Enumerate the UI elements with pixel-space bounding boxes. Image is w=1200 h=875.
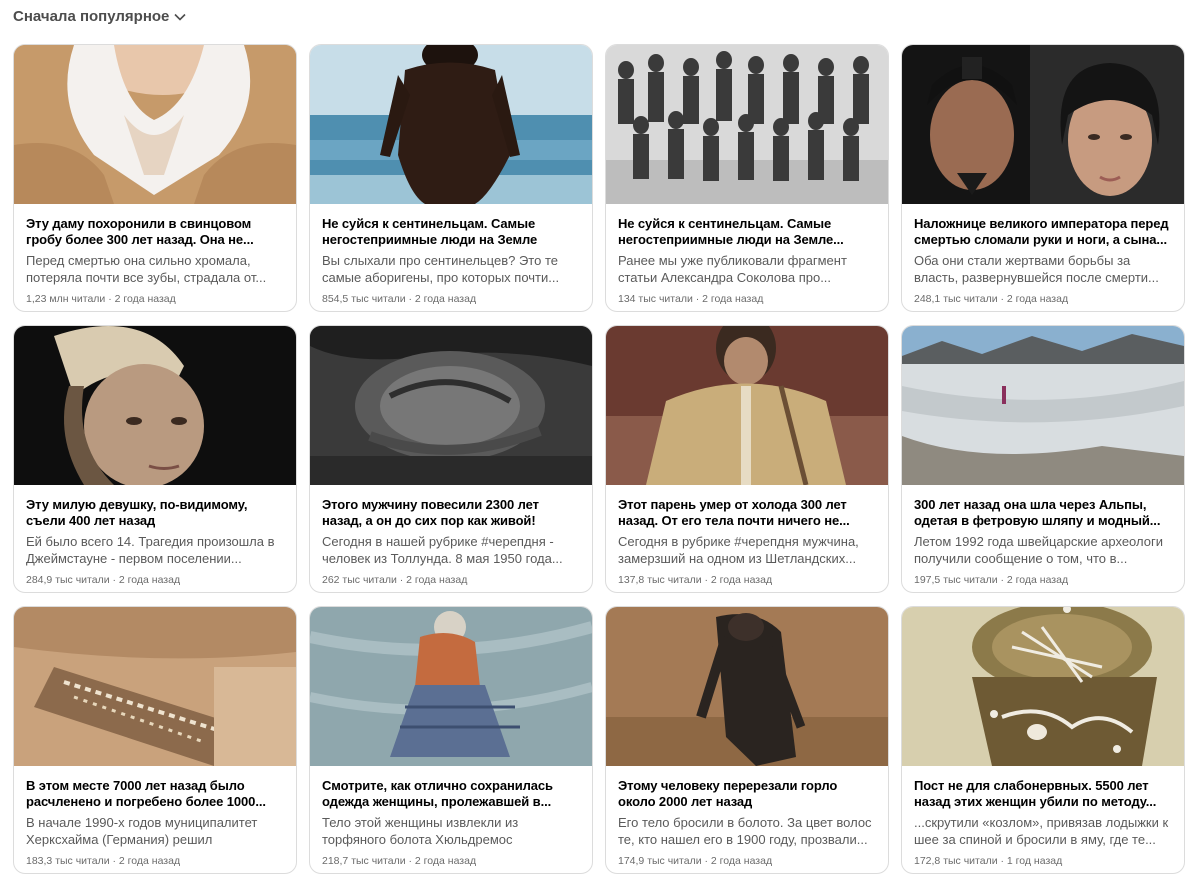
article-thumbnail bbox=[902, 326, 1184, 485]
article-meta: 172,8 тыс читали · 1 год назад bbox=[914, 855, 1063, 867]
article-title[interactable]: Не суйся к сентинельцам. Самые негостепр… bbox=[322, 216, 580, 248]
article-views: 854,5 тыс читали bbox=[322, 293, 406, 305]
article-title[interactable]: Этого мужчину повесили 2300 лет назад, а… bbox=[322, 497, 580, 529]
article-meta: 248,1 тыс читали · 2 года назад bbox=[914, 293, 1069, 305]
sort-label: Сначала популярное bbox=[13, 8, 170, 25]
article-age: 2 года назад bbox=[414, 855, 477, 867]
article-title[interactable]: Пост не для слабонервных. 5500 лет назад… bbox=[914, 778, 1172, 810]
sort-dropdown[interactable]: Сначала популярное bbox=[13, 8, 186, 25]
article-thumbnail bbox=[606, 45, 888, 204]
article-thumbnail bbox=[606, 326, 888, 485]
article-thumbnail bbox=[310, 326, 592, 485]
article-thumbnail bbox=[14, 45, 296, 204]
article-meta: 1,23 млн читали · 2 года назад bbox=[26, 293, 176, 305]
article-card[interactable]: Не суйся к сентинельцам. Самые негостепр… bbox=[605, 44, 889, 312]
article-views: 174,9 тыс читали bbox=[618, 855, 702, 867]
article-snippet: Вы слыхали про сентинельцев? Это те самы… bbox=[322, 253, 560, 285]
article-thumbnail bbox=[310, 607, 592, 766]
articles-grid: Эту даму похоронили в свинцовом гробу бо… bbox=[13, 44, 1186, 874]
article-title[interactable]: Этот парень умер от холода 300 лет назад… bbox=[618, 497, 876, 529]
article-age: 2 года назад bbox=[702, 293, 764, 305]
article-meta: 183,3 тыс читали · 2 года назад bbox=[26, 855, 181, 867]
chevron-down-icon bbox=[174, 13, 186, 21]
article-views: 183,3 тыс читали bbox=[26, 855, 110, 867]
article-snippet: Перед смертью она сильно хромала, потеря… bbox=[26, 253, 267, 285]
article-meta: 134 тыс читали · 2 года назад bbox=[618, 293, 764, 305]
article-card[interactable]: Этому человеку перерезали горло около 20… bbox=[605, 606, 889, 874]
article-card[interactable]: 300 лет назад она шла через Альпы, одета… bbox=[901, 325, 1185, 593]
article-meta: 218,7 тыс читали · 2 года назад bbox=[322, 855, 477, 867]
article-age: 2 года назад bbox=[118, 574, 181, 586]
article-age: 2 года назад bbox=[710, 855, 773, 867]
article-age: 1 год назад bbox=[1006, 855, 1063, 867]
article-age: 2 года назад bbox=[1006, 293, 1069, 305]
article-thumbnail bbox=[14, 607, 296, 766]
article-title[interactable]: 300 лет назад она шла через Альпы, одета… bbox=[914, 497, 1172, 529]
article-meta: 174,9 тыс читали · 2 года назад bbox=[618, 855, 773, 867]
article-age: 2 года назад bbox=[118, 855, 181, 867]
article-card[interactable]: В этом месте 7000 лет назад было расчлен… bbox=[13, 606, 297, 874]
article-thumbnail bbox=[14, 326, 296, 485]
article-views: 172,8 тыс читали bbox=[914, 855, 998, 867]
article-age: 2 года назад bbox=[1006, 574, 1069, 586]
article-thumbnail bbox=[310, 45, 592, 204]
article-snippet: Летом 1992 года швейцарские археологи по… bbox=[914, 534, 1163, 566]
article-views: 134 тыс читали bbox=[618, 293, 693, 305]
article-thumbnail bbox=[902, 45, 1184, 204]
article-card[interactable]: Не суйся к сентинельцам. Самые негостепр… bbox=[309, 44, 593, 312]
article-title[interactable]: Эту милую девушку, по-видимому, съели 40… bbox=[26, 497, 284, 529]
article-card[interactable]: Наложнице великого императора перед смер… bbox=[901, 44, 1185, 312]
article-views: 284,9 тыс читали bbox=[26, 574, 110, 586]
article-snippet: Тело этой женщины извлекли из торфяного … bbox=[322, 815, 519, 847]
article-card[interactable]: Пост не для слабонервных. 5500 лет назад… bbox=[901, 606, 1185, 874]
article-card[interactable]: Этот парень умер от холода 300 лет назад… bbox=[605, 325, 889, 593]
article-views: 262 тыс читали bbox=[322, 574, 397, 586]
article-title[interactable]: Наложнице великого императора перед смер… bbox=[914, 216, 1172, 248]
article-views: 197,5 тыс читали bbox=[914, 574, 998, 586]
article-card[interactable]: Эту даму похоронили в свинцовом гробу бо… bbox=[13, 44, 297, 312]
article-age: 2 года назад bbox=[710, 574, 773, 586]
article-thumbnail bbox=[606, 607, 888, 766]
article-meta: 284,9 тыс читали · 2 года назад bbox=[26, 574, 181, 586]
article-meta: 137,8 тыс читали · 2 года назад bbox=[618, 574, 773, 586]
article-snippet: В начале 1990-х годов муниципалитет Херк… bbox=[26, 815, 258, 847]
article-snippet: Сегодня в нашей рубрике #черепдня - чело… bbox=[322, 534, 563, 566]
article-meta: 854,5 тыс читали · 2 года назад bbox=[322, 293, 477, 305]
article-snippet: Ранее мы уже публиковали фрагмент статьи… bbox=[618, 253, 847, 285]
article-title[interactable]: В этом месте 7000 лет назад было расчлен… bbox=[26, 778, 284, 810]
article-views: 1,23 млн читали bbox=[26, 293, 106, 305]
article-card[interactable]: Смотрите, как отлично сохранилась одежда… bbox=[309, 606, 593, 874]
article-card[interactable]: Эту милую девушку, по-видимому, съели 40… bbox=[13, 325, 297, 593]
article-snippet: ...скрутили «козлом», привязав лодыжки к… bbox=[914, 815, 1169, 847]
article-title[interactable]: Эту даму похоронили в свинцовом гробу бо… bbox=[26, 216, 284, 248]
article-snippet: Ей было всего 14. Трагедия произошла в Д… bbox=[26, 534, 275, 566]
article-title[interactable]: Не суйся к сентинельцам. Самые негостепр… bbox=[618, 216, 876, 248]
article-title[interactable]: Этому человеку перерезали горло около 20… bbox=[618, 778, 876, 810]
article-views: 218,7 тыс читали bbox=[322, 855, 406, 867]
article-age: 2 года назад bbox=[414, 293, 477, 305]
article-thumbnail bbox=[902, 607, 1184, 766]
article-snippet: Сегодня в рубрике #черепдня мужчина, зам… bbox=[618, 534, 859, 566]
article-views: 137,8 тыс читали bbox=[618, 574, 702, 586]
article-age: 2 года назад bbox=[406, 574, 468, 586]
article-snippet: Его тело бросили в болото. За цвет волос… bbox=[618, 815, 872, 847]
article-age: 2 года назад bbox=[114, 293, 176, 305]
article-meta: 197,5 тыс читали · 2 года назад bbox=[914, 574, 1069, 586]
article-meta: 262 тыс читали · 2 года назад bbox=[322, 574, 468, 586]
article-views: 248,1 тыс читали bbox=[914, 293, 998, 305]
article-card[interactable]: Этого мужчину повесили 2300 лет назад, а… bbox=[309, 325, 593, 593]
article-snippet: Оба они стали жертвами борьбы за власть,… bbox=[914, 253, 1159, 285]
article-title[interactable]: Смотрите, как отлично сохранилась одежда… bbox=[322, 778, 580, 810]
